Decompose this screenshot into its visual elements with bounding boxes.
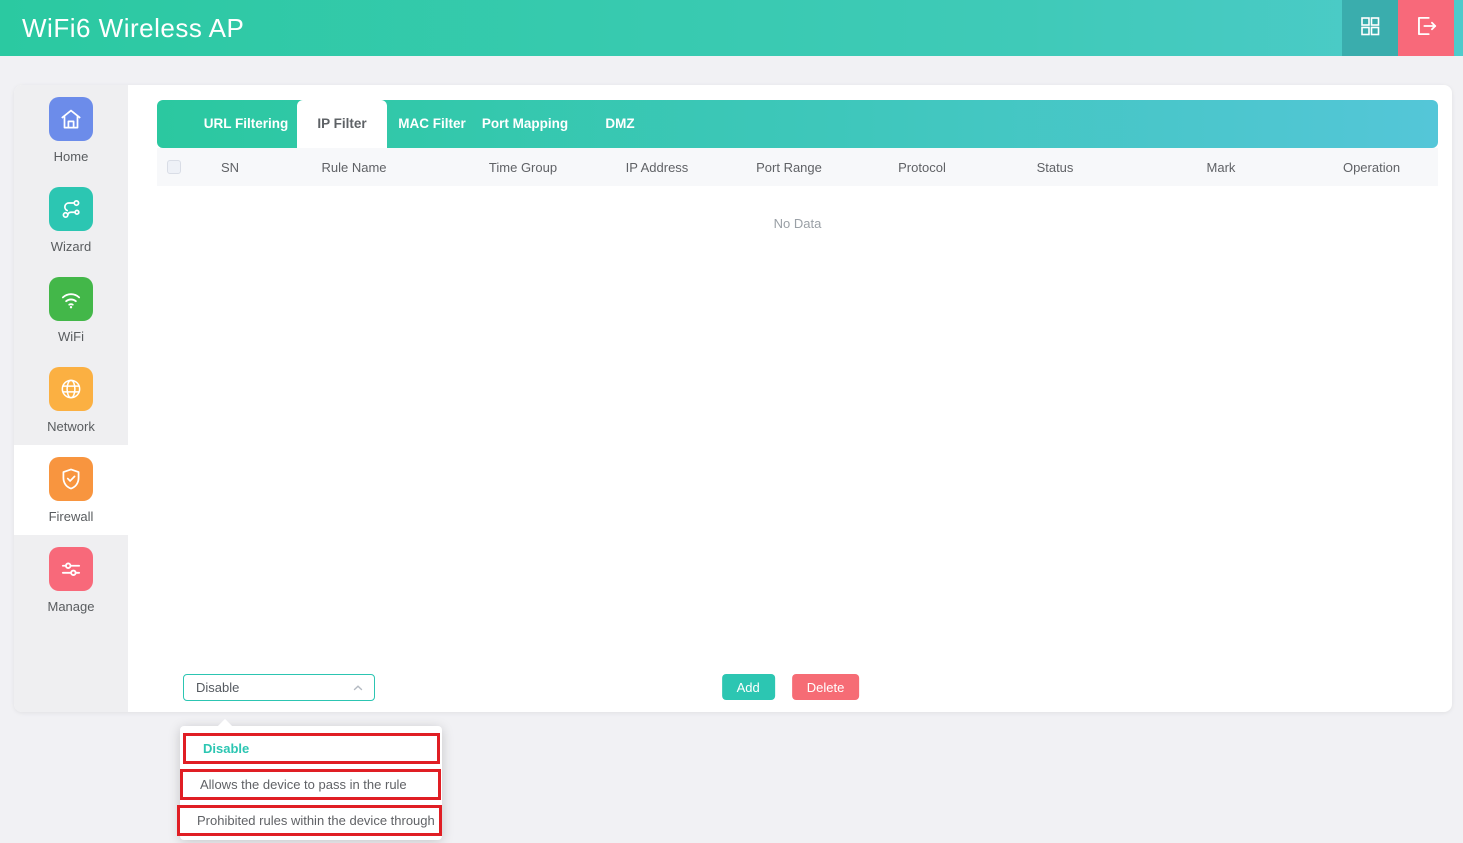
column-header-ip-address: IP Address: [607, 160, 707, 175]
column-header-protocol: Protocol: [871, 160, 973, 175]
network-icon: [49, 367, 93, 411]
tab-mac-filter[interactable]: MAC Filter: [387, 100, 477, 148]
column-header-status: Status: [973, 160, 1137, 175]
column-header-port-range: Port Range: [707, 160, 871, 175]
dropdown-option-allow[interactable]: Allows the device to pass in the rule: [183, 772, 438, 797]
content-area: URL Filtering IP Filter MAC Filter Port …: [128, 85, 1452, 712]
tab-url-filtering[interactable]: URL Filtering: [195, 100, 297, 148]
action-buttons: Add Delete: [722, 674, 860, 700]
rule-mode-dropdown: Disable Allows the device to pass in the…: [180, 726, 442, 840]
logout-button[interactable]: [1398, 0, 1454, 56]
sidebar-item-label: Network: [47, 419, 95, 434]
firewall-icon: [49, 457, 93, 501]
annotation-box-allow: Allows the device to pass in the rule: [180, 769, 441, 800]
logout-icon: [1413, 13, 1439, 44]
sidebar-item-label: Home: [54, 149, 89, 164]
apps-grid-button[interactable]: [1342, 0, 1398, 56]
column-header-rule-name: Rule Name: [269, 160, 439, 175]
rule-mode-select[interactable]: Disable: [183, 674, 375, 701]
app-title: WiFi6 Wireless AP: [22, 0, 244, 56]
column-header-time-group: Time Group: [439, 160, 607, 175]
sidebar-item-network[interactable]: Network: [14, 355, 128, 445]
dropdown-option-disable[interactable]: Disable: [186, 736, 437, 761]
sidebar-item-label: Firewall: [49, 509, 94, 524]
home-icon: [49, 97, 93, 141]
tab-port-mapping[interactable]: Port Mapping: [477, 100, 573, 148]
sidebar-item-label: Wizard: [51, 239, 91, 254]
sidebar-item-wizard[interactable]: Wizard: [14, 175, 128, 265]
column-header-sn: SN: [191, 160, 269, 175]
column-header-mark: Mark: [1137, 160, 1305, 175]
annotation-box-prohibit: Prohibited rules within the device throu…: [177, 805, 442, 836]
sidebar-item-firewall[interactable]: Firewall: [14, 445, 128, 535]
sidebar-item-manage[interactable]: Manage: [14, 535, 128, 625]
column-header-operation: Operation: [1305, 160, 1438, 175]
rule-mode-select-value: Disable: [196, 680, 239, 695]
sidebar-item-label: WiFi: [58, 329, 84, 344]
table-header-row: SN Rule Name Time Group IP Address Port …: [157, 148, 1438, 186]
wizard-icon: [49, 187, 93, 231]
dropdown-option-prohibit[interactable]: Prohibited rules within the device throu…: [180, 808, 439, 833]
empty-table-message: No Data: [157, 216, 1438, 231]
annotation-box-disable: Disable: [183, 733, 440, 764]
tab-dmz[interactable]: DMZ: [573, 100, 667, 148]
select-all-checkbox[interactable]: [167, 160, 181, 174]
sidebar-nav: Home Wizard WiFi: [14, 85, 128, 712]
sidebar-item-wifi[interactable]: WiFi: [14, 265, 128, 355]
manage-icon: [49, 547, 93, 591]
filter-tabbar: URL Filtering IP Filter MAC Filter Port …: [157, 100, 1438, 148]
chevron-up-icon: [352, 682, 364, 694]
wifi-icon: [49, 277, 93, 321]
delete-button[interactable]: Delete: [792, 674, 860, 700]
add-button[interactable]: Add: [722, 674, 775, 700]
bottom-controls: Disable Add Delete: [143, 674, 1438, 702]
apps-grid-icon: [1358, 14, 1382, 43]
sidebar-item-home[interactable]: Home: [14, 85, 128, 175]
tab-ip-filter[interactable]: IP Filter: [297, 100, 387, 148]
sidebar-item-label: Manage: [48, 599, 95, 614]
main-panel: Home Wizard WiFi: [14, 85, 1452, 712]
app-header: WiFi6 Wireless AP: [0, 0, 1463, 56]
